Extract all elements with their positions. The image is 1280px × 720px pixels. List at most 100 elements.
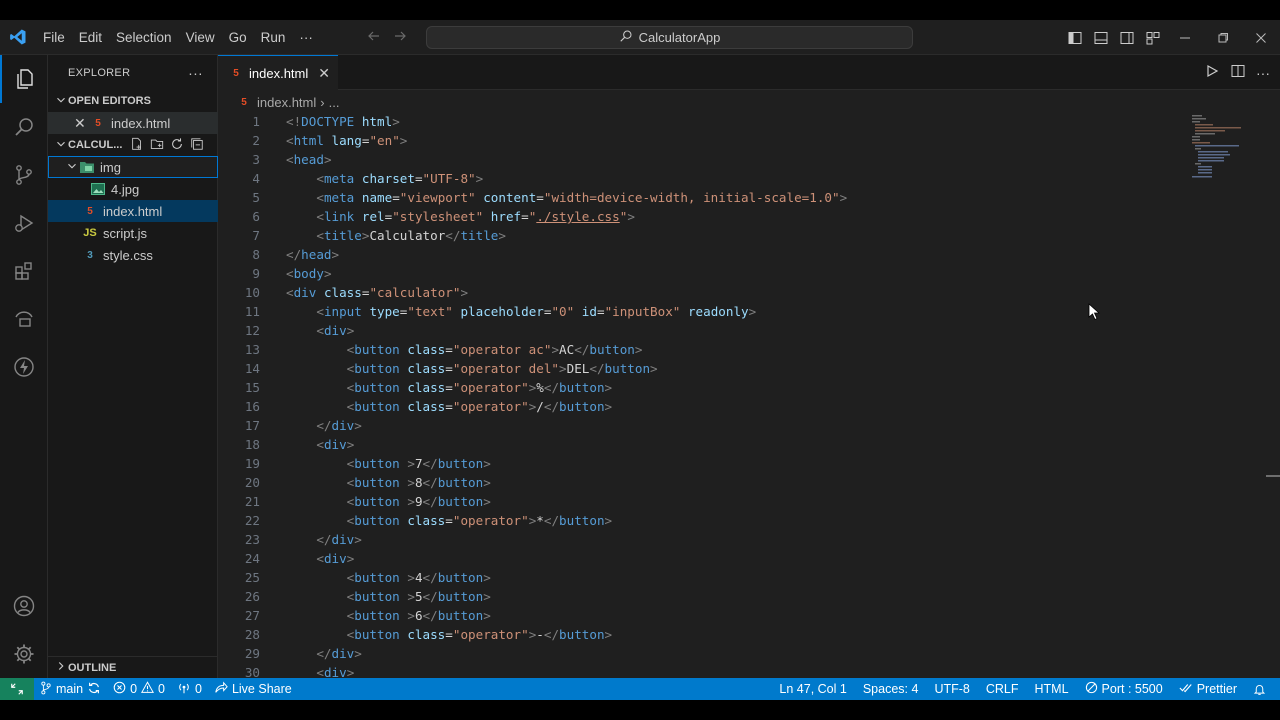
menu-selection[interactable]: Selection (109, 20, 179, 55)
open-editor-item[interactable]: ✕ 5 index.html (48, 112, 218, 134)
collapse-all-icon[interactable] (190, 137, 204, 154)
new-file-icon[interactable] (130, 137, 144, 154)
menu-more[interactable]: ··· (292, 20, 320, 55)
eol-status[interactable]: CRLF (980, 678, 1025, 700)
tree-file-style-css[interactable]: 3 style.css (48, 244, 218, 266)
menu-view[interactable]: View (179, 20, 222, 55)
bell-icon[interactable] (1247, 678, 1272, 700)
toggle-primary-sidebar-icon[interactable] (1062, 20, 1088, 55)
close-icon[interactable]: ✕ (74, 115, 90, 132)
code-line[interactable]: 19 <button >7</button> (218, 454, 1178, 473)
tree-folder-img[interactable]: img (48, 156, 218, 178)
remote-explorer-icon[interactable] (0, 295, 48, 343)
accounts-icon[interactable] (0, 582, 48, 630)
code-line[interactable]: 20 <button >8</button> (218, 473, 1178, 492)
code-line[interactable]: 15 <button class="operator">%</button> (218, 378, 1178, 397)
code-line[interactable]: 18 <div> (218, 435, 1178, 454)
code-line[interactable]: 6 <link rel="stylesheet" href="./style.c… (218, 207, 1178, 226)
open-editors-section[interactable]: OPEN EDITORS (48, 90, 218, 112)
explorer-icon[interactable] (0, 55, 48, 103)
tab-index-html[interactable]: 5 index.html ✕ (218, 55, 338, 90)
prettier-status[interactable]: Prettier (1173, 678, 1243, 700)
back-arrow-icon[interactable] (366, 28, 382, 47)
source-control-icon[interactable] (0, 151, 48, 199)
restore-icon[interactable] (1204, 20, 1242, 55)
encoding-status[interactable]: UTF-8 (928, 678, 975, 700)
extensions-icon[interactable] (0, 247, 48, 295)
code-line[interactable]: 16 <button class="operator">/</button> (218, 397, 1178, 416)
sync-icon[interactable] (87, 681, 101, 698)
code-line[interactable]: 21 <button >9</button> (218, 492, 1178, 511)
code-line[interactable]: 13 <button class="operator ac">AC</butto… (218, 340, 1178, 359)
tree-file-script-js[interactable]: JS script.js (48, 222, 218, 244)
forward-arrow-icon[interactable] (392, 28, 408, 47)
code-token: div (323, 551, 347, 566)
code-line[interactable]: 17 </div> (218, 416, 1178, 435)
tree-file-4jpg[interactable]: 4.jpg (48, 178, 218, 200)
cursor-position[interactable]: Ln 47, Col 1 (773, 678, 852, 700)
tree-file-index-html[interactable]: 5 index.html (48, 200, 218, 222)
command-center-search[interactable]: CalculatorApp (426, 26, 913, 49)
problems-status[interactable]: 0 0 (107, 678, 171, 700)
split-editor-icon[interactable] (1230, 63, 1246, 82)
code-line[interactable]: 29 </div> (218, 644, 1178, 663)
language-mode[interactable]: HTML (1029, 678, 1075, 700)
scrollbar-thumb[interactable] (1266, 475, 1280, 477)
code-token: "en" (369, 133, 400, 148)
customize-layout-icon[interactable] (1140, 20, 1166, 55)
code-line[interactable]: 9 <body> (218, 264, 1178, 283)
code-token: "0" (551, 304, 582, 319)
code-line[interactable]: 23 </div> (218, 530, 1178, 549)
code-line[interactable]: 2 <html lang="en"> (218, 131, 1178, 150)
breadcrumb-file[interactable]: index.html (257, 95, 316, 110)
run-icon[interactable] (1204, 63, 1220, 82)
ports-status[interactable]: 0 (171, 678, 208, 700)
code-line[interactable]: 8 </head> (218, 245, 1178, 264)
code-line[interactable]: 4 <meta charset="UTF-8"> (218, 169, 1178, 188)
more-actions-icon[interactable]: ··· (1256, 65, 1270, 81)
code-line[interactable]: 26 <button >5</button> (218, 587, 1178, 606)
project-section[interactable]: CALCUL... (48, 134, 218, 156)
settings-gear-icon[interactable] (0, 630, 48, 678)
menu-run[interactable]: Run (254, 20, 293, 55)
code-line[interactable]: 11 <input type="text" placeholder="0" id… (218, 302, 1178, 321)
code-editor[interactable]: 1 <!DOCTYPE html> 2 <html lang="en"> 3 <head>… (218, 112, 1280, 678)
code-line[interactable]: 5 <meta name="viewport" content="width=d… (218, 188, 1178, 207)
toggle-panel-icon[interactable] (1088, 20, 1114, 55)
code-line[interactable]: 10 <div class="calculator"> (218, 283, 1178, 302)
code-line[interactable]: 22 <button class="operator">*</button> (218, 511, 1178, 530)
search-view-icon[interactable] (0, 103, 48, 151)
outline-section[interactable]: OUTLINE (48, 656, 218, 678)
breadcrumb-more[interactable]: ... (329, 95, 340, 110)
minimap[interactable] (1190, 112, 1242, 182)
code-line[interactable]: 27 <button >6</button> (218, 606, 1178, 625)
minimize-icon[interactable] (1166, 20, 1204, 55)
code-line[interactable]: 30 <div> (218, 663, 1178, 678)
run-and-debug-icon[interactable] (0, 199, 48, 247)
lightning-icon[interactable] (0, 343, 48, 391)
menu-file[interactable]: File (36, 20, 72, 55)
close-tab-icon[interactable]: ✕ (318, 65, 330, 82)
live-server-port[interactable]: Port : 5500 (1079, 678, 1169, 700)
code-line[interactable]: 7 <title>Calculator</title> (218, 226, 1178, 245)
menu-edit[interactable]: Edit (72, 20, 109, 55)
code-line[interactable]: 25 <button >4</button> (218, 568, 1178, 587)
git-branch-status[interactable]: main (34, 678, 107, 700)
toggle-secondary-sidebar-icon[interactable] (1114, 20, 1140, 55)
code-line[interactable]: 28 <button class="operator">-</button> (218, 625, 1178, 644)
live-share-status[interactable]: Live Share (208, 678, 298, 700)
code-line[interactable]: 24 <div> (218, 549, 1178, 568)
code-line[interactable]: 1 <!DOCTYPE html> (218, 112, 1178, 131)
code-token: button (437, 494, 484, 509)
new-folder-icon[interactable] (150, 137, 164, 154)
menu-go[interactable]: Go (222, 20, 254, 55)
code-line[interactable]: 12 <div> (218, 321, 1178, 340)
remote-indicator-icon[interactable] (0, 678, 34, 700)
indentation-status[interactable]: Spaces: 4 (857, 678, 925, 700)
code-line[interactable]: 3 <head> (218, 150, 1178, 169)
explorer-more-actions[interactable]: ··· (188, 65, 203, 81)
refresh-icon[interactable] (170, 137, 184, 154)
code-token: button (354, 399, 408, 414)
code-line[interactable]: 14 <button class="operator del">DEL</but… (218, 359, 1178, 378)
close-window-icon[interactable] (1242, 20, 1280, 55)
